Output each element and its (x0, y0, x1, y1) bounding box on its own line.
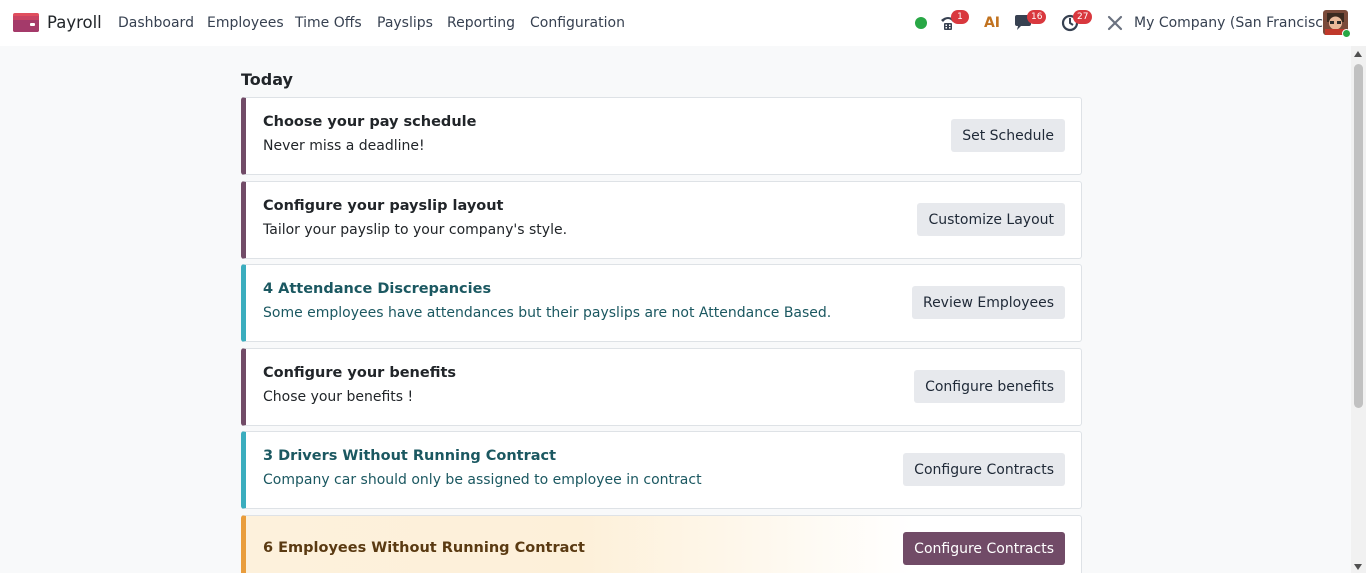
card-description: Chose your benefits ! (263, 389, 414, 405)
card-description: Never miss a deadline! (263, 138, 425, 154)
presence-status-icon (913, 0, 929, 46)
menu-reporting[interactable]: Reporting (447, 15, 515, 31)
scrollbar-thumb[interactable] (1354, 64, 1363, 408)
app-title[interactable]: Payroll (47, 13, 102, 32)
card-title: 3 Drivers Without Running Contract (263, 448, 557, 464)
menu-employees[interactable]: Employees (207, 15, 284, 31)
menu-configuration[interactable]: Configuration (530, 15, 625, 31)
card-title: Choose your pay schedule (263, 114, 477, 130)
menu-payslips[interactable]: Payslips (377, 15, 433, 31)
menu-dashboard[interactable]: Dashboard (118, 15, 194, 31)
card-title: Configure your benefits (263, 365, 457, 381)
debug-tools-icon[interactable] (1106, 0, 1124, 46)
configure-benefits-button[interactable]: Configure benefits (914, 370, 1065, 403)
card-title: 4 Attendance Discrepancies (263, 281, 492, 297)
card-description: Some employees have attendances but thei… (263, 305, 832, 321)
payroll-app-icon[interactable] (13, 13, 39, 32)
company-switcher[interactable]: My Company (San Francisco) (1134, 15, 1337, 31)
card-drivers-without-contract: 3 Drivers Without Running Contract Compa… (241, 431, 1082, 509)
card-attendance-discrepancies: 4 Attendance Discrepancies Some employee… (241, 264, 1082, 342)
set-schedule-button[interactable]: Set Schedule (951, 119, 1065, 152)
card-payslip-layout: Configure your payslip layout Tailor you… (241, 181, 1082, 259)
phone-badge: 1 (951, 10, 969, 24)
scroll-down-arrow[interactable] (1354, 564, 1362, 570)
top-navbar: Payroll Dashboard Employees Time Offs Pa… (0, 0, 1366, 46)
card-pay-schedule: Choose your pay schedule Never miss a de… (241, 97, 1082, 175)
card-description: Tailor your payslip to your company's st… (263, 222, 568, 238)
section-title-today: Today (241, 70, 293, 89)
menu-time-offs[interactable]: Time Offs (295, 15, 362, 31)
review-employees-button[interactable]: Review Employees (911, 286, 1065, 319)
user-avatar[interactable] (1323, 10, 1351, 38)
messages-badge: 16 (1027, 10, 1047, 24)
card-title: 6 Employees Without Running Contract (263, 540, 585, 556)
card-title: Configure your payslip layout (263, 198, 504, 214)
customize-layout-button[interactable]: Customize Layout (917, 203, 1065, 236)
configure-contracts-button[interactable]: Configure Contracts (903, 453, 1065, 486)
scroll-up-arrow[interactable] (1354, 51, 1362, 57)
online-status-dot (1342, 29, 1351, 38)
ai-label: AI (983, 15, 1001, 31)
card-benefits: Configure your benefits Chose your benef… (241, 348, 1082, 426)
card-description: Company car should only be assigned to e… (263, 472, 702, 488)
activities-badge: 27 (1073, 10, 1093, 24)
card-employees-without-contract: 6 Employees Without Running Contract Con… (241, 515, 1082, 573)
ai-icon[interactable]: AI (982, 0, 1002, 46)
configure-contracts-primary-button[interactable]: Configure Contracts (903, 532, 1065, 565)
